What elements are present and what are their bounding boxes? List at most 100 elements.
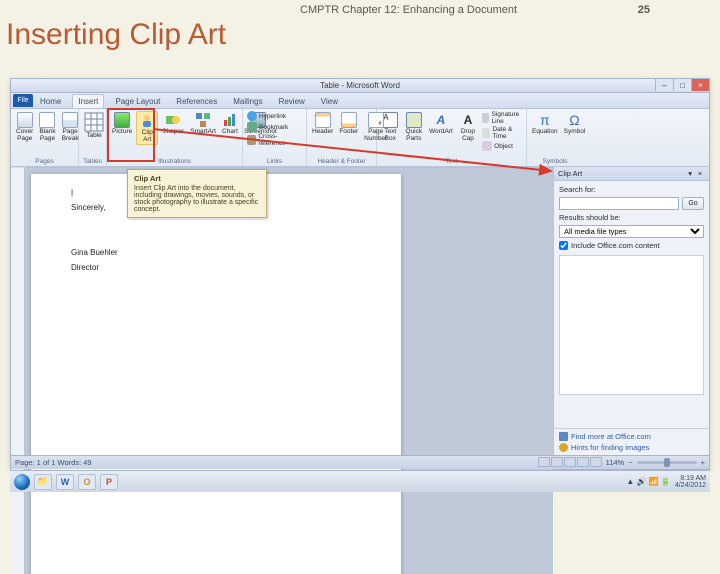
group-header-footer: Header Footer #Page Number Header & Foot… <box>307 109 377 166</box>
group-label-text: Text <box>380 157 523 165</box>
page-sheet: | Sincerely, Gina Buehler Director <box>31 174 401 574</box>
tab-insert[interactable]: Insert <box>72 94 104 108</box>
pane-dropdown-icon[interactable]: ▾ <box>688 169 692 178</box>
pane-close-button[interactable]: × <box>695 169 705 178</box>
system-tray[interactable]: ▲ 🔊 📶 🔋 8:19 AM 4/24/2012 <box>626 475 706 489</box>
status-left: Page: 1 of 1 Words: 49 <box>15 458 92 467</box>
group-label-illustrations: Illustrations <box>110 157 239 165</box>
close-button[interactable]: × <box>691 79 709 91</box>
group-tables: Table Tables <box>79 109 107 166</box>
include-office-label: Include Office.com content <box>571 241 660 250</box>
blank-page-button[interactable]: Blank Page <box>37 111 57 143</box>
start-button[interactable] <box>14 474 30 490</box>
zoom-value[interactable]: 114% <box>606 458 625 467</box>
taskbar-word-icon[interactable]: W <box>56 474 74 490</box>
slide-title: Inserting Clip Art <box>6 18 226 52</box>
bookmark-button[interactable]: Bookmark <box>246 122 303 132</box>
status-bar: Page: 1 of 1 Words: 49 114% − + <box>11 455 709 469</box>
tab-view[interactable]: View <box>316 95 343 108</box>
taskbar-clock[interactable]: 8:19 AM 4/24/2012 <box>675 475 706 489</box>
smartart-button[interactable]: SmartArt <box>188 111 218 137</box>
results-select[interactable]: All media file types <box>559 225 704 238</box>
zoom-out-button[interactable]: − <box>628 458 632 467</box>
taskbar-explorer-icon[interactable]: 📁 <box>34 474 52 490</box>
find-more-link[interactable]: Find more at Office.com <box>559 432 704 441</box>
picture-button[interactable]: Picture <box>110 111 134 137</box>
cross-reference-button[interactable]: Cross-reference <box>246 133 303 147</box>
document-area[interactable]: | Sincerely, Gina Buehler Director Clip … <box>25 168 553 574</box>
word-window: Table - Microsoft Word – □ × File Home I… <box>10 78 710 470</box>
zoom-in-button[interactable]: + <box>701 458 705 467</box>
results-area <box>559 255 704 395</box>
clip-art-button[interactable]: Clip Art <box>136 111 158 145</box>
tab-review[interactable]: Review <box>274 95 310 108</box>
word-icon: W <box>61 477 70 487</box>
taskbar-outlook-icon[interactable]: O <box>78 474 96 490</box>
windows-taskbar: 📁 W O P ▲ 🔊 📶 🔋 8:19 AM 4/24/2012 <box>10 470 710 492</box>
quick-parts-button[interactable]: Quick Parts <box>403 111 426 143</box>
group-illustrations: Picture Clip Art Shapes SmartArt Chart S… <box>107 109 243 166</box>
chapter-label: CMPTR Chapter 12: Enhancing a Document <box>300 4 517 16</box>
include-office-checkbox[interactable]: Include Office.com content <box>559 241 704 250</box>
group-label-links: Links <box>246 157 303 165</box>
table-button[interactable]: Table <box>82 111 106 141</box>
cover-page-button[interactable]: Cover Page <box>14 111 35 143</box>
footer-button[interactable]: Footer <box>337 111 360 137</box>
outlook-icon: O <box>83 477 90 487</box>
pane-title: Clip Art <box>558 169 582 178</box>
tab-page-layout[interactable]: Page Layout <box>110 95 165 108</box>
minimize-button[interactable]: – <box>655 79 673 91</box>
tab-mailings[interactable]: Mailings <box>228 95 267 108</box>
page-number: 25 <box>638 4 650 16</box>
header-button[interactable]: Header <box>310 111 335 137</box>
wordart-button[interactable]: AWordArt <box>427 111 455 137</box>
powerpoint-icon: P <box>106 477 112 487</box>
symbol-button[interactable]: ΩSymbol <box>562 111 588 137</box>
zoom-slider[interactable] <box>637 461 697 464</box>
group-links: Hyperlink Bookmark Cross-reference Links <box>243 109 307 166</box>
clip-art-pane: Clip Art ▾ × Search for: Go Results shou… <box>553 167 709 455</box>
view-buttons[interactable] <box>537 457 602 469</box>
chart-button[interactable]: Chart <box>220 111 240 137</box>
group-label-hf: Header & Footer <box>310 157 373 165</box>
tab-references[interactable]: References <box>171 95 222 108</box>
file-tab[interactable]: File <box>13 94 33 107</box>
signature-line-button[interactable]: Signature Line <box>481 111 523 125</box>
group-label-symbols: Symbols <box>530 157 580 165</box>
hyperlink-button[interactable]: Hyperlink <box>246 111 303 121</box>
vertical-ruler <box>11 168 25 574</box>
tray-icons[interactable]: ▲ 🔊 📶 🔋 <box>626 477 670 486</box>
search-input[interactable] <box>559 197 679 210</box>
equation-button[interactable]: πEquation <box>530 111 560 137</box>
object-button[interactable]: Object <box>481 141 523 151</box>
clip-art-tooltip: Clip Art Insert Clip Art into the docume… <box>127 169 267 218</box>
window-title: Table - Microsoft Word <box>320 81 400 90</box>
group-pages: Cover Page Blank Page Page Break Pages <box>11 109 79 166</box>
folder-icon: 📁 <box>37 476 48 487</box>
group-label-pages: Pages <box>14 157 75 165</box>
doc-line: Gina Buehler <box>71 248 361 257</box>
tab-home[interactable]: Home <box>35 95 66 108</box>
shapes-button[interactable]: Shapes <box>160 111 186 137</box>
ribbon: Cover Page Blank Page Page Break Pages T… <box>11 109 709 167</box>
go-button[interactable]: Go <box>682 197 704 210</box>
tooltip-body: Insert Clip Art into the document, inclu… <box>134 185 260 213</box>
titlebar: Table - Microsoft Word – □ × <box>11 79 709 93</box>
help-icon <box>559 443 568 452</box>
taskbar-powerpoint-icon[interactable]: P <box>100 474 118 490</box>
hints-link[interactable]: Hints for finding images <box>559 443 704 452</box>
ribbon-tabs: File Home Insert Page Layout References … <box>11 93 709 109</box>
tooltip-title: Clip Art <box>134 174 260 183</box>
include-office-input[interactable] <box>559 241 568 250</box>
page-break-button[interactable]: Page Break <box>60 111 81 143</box>
group-text: AText Box Quick Parts AWordArt ADrop Cap… <box>377 109 527 166</box>
workspace: | Sincerely, Gina Buehler Director Clip … <box>11 167 709 455</box>
doc-line: Director <box>71 263 361 272</box>
group-label-tables: Tables <box>82 157 103 165</box>
drop-cap-button[interactable]: ADrop Cap <box>457 111 479 143</box>
date-time-button[interactable]: Date & Time <box>481 126 523 140</box>
results-label: Results should be: <box>559 213 704 222</box>
maximize-button[interactable]: □ <box>673 79 691 91</box>
group-symbols: πEquation ΩSymbol Symbols <box>527 109 583 166</box>
office-icon <box>559 432 568 441</box>
